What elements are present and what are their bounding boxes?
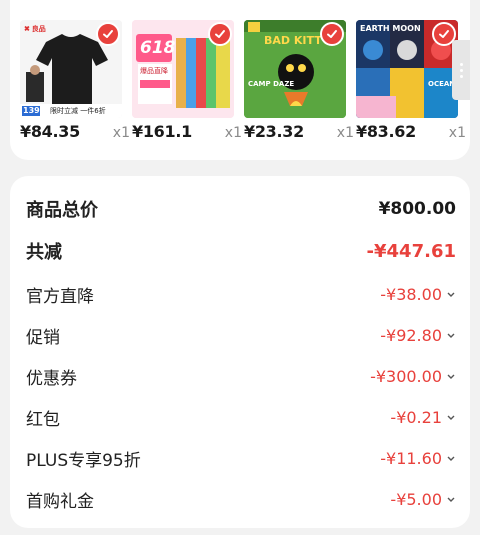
product-item[interactable]: BAD KITTY CAMP DAZE ¥23.32 x1 (244, 20, 354, 141)
chevron-down-icon[interactable] (446, 494, 456, 504)
product-thumbnail[interactable]: BAD KITTY CAMP DAZE (244, 20, 346, 118)
thumb-caption: 限时立减 一件6折 (50, 107, 106, 115)
product-quantity: x1 (336, 125, 354, 141)
chevron-down-icon[interactable] (446, 412, 456, 422)
product-thumbnail[interactable]: EARTH MOON OCEAN (356, 20, 458, 118)
discount-row-plus[interactable]: PLUS专享95折 -¥11.60 (26, 443, 456, 473)
check-icon[interactable] (96, 22, 120, 46)
product-price: ¥84.35 (20, 122, 80, 141)
chevron-down-icon[interactable] (446, 330, 456, 340)
thumb-badge: 139 (23, 106, 40, 115)
discount-row-first-purchase[interactable]: 首购礼金 -¥5.00 (26, 484, 456, 514)
discount-amount-wrap[interactable]: -¥0.21 (390, 408, 456, 427)
discount-label: PLUS专享95折 (26, 450, 141, 471)
discount-label: 官方直降 (26, 286, 94, 307)
total-price-label: 商品总价 (26, 200, 98, 221)
discount-amount: -¥11.60 (380, 448, 442, 468)
discount-amount-wrap[interactable]: -¥5.00 (390, 490, 456, 509)
thumb-title: EARTH MOON (360, 24, 421, 33)
chevron-down-icon[interactable] (446, 371, 456, 381)
price-summary-card: 商品总价 ¥800.00 共减 -¥447.61 官方直降 -¥38.00 促销… (10, 176, 470, 528)
product-item[interactable]: ✖ 良品 139 限时立减 一件6折 ¥84.35 x1 (20, 20, 130, 141)
discount-label: 优惠券 (26, 368, 77, 389)
chevron-down-icon[interactable] (446, 453, 456, 463)
product-quantity: x1 (112, 125, 130, 141)
discount-amount-wrap[interactable]: -¥300.00 (370, 367, 456, 386)
thumb-caption: 爆品直降 (140, 67, 168, 75)
total-reduction-amount: -¥447.61 (366, 240, 456, 262)
discount-row-red-packet[interactable]: 红包 -¥0.21 (26, 402, 456, 432)
discount-amount-wrap[interactable]: -¥11.60 (380, 449, 456, 468)
discount-row-coupon[interactable]: 优惠券 -¥300.00 (26, 361, 456, 391)
discount-amount: -¥38.00 (380, 284, 442, 304)
total-reduction-row: 共减 -¥447.61 (26, 236, 456, 266)
price-row: ¥84.35 x1 (20, 122, 130, 141)
discount-label: 首购礼金 (26, 491, 94, 512)
product-item[interactable]: EARTH MOON OCEAN ¥83.62 x1 (356, 20, 466, 141)
discount-label: 促销 (26, 327, 60, 348)
product-thumbnail[interactable]: 618 爆品直降 (132, 20, 234, 118)
total-price-row: 商品总价 ¥800.00 (26, 194, 456, 224)
discount-row-promotion[interactable]: 促销 -¥92.80 (26, 320, 456, 350)
total-price-amount: ¥800.00 (378, 199, 456, 219)
thumb-title: 618 (140, 38, 176, 58)
discount-amount-wrap[interactable]: -¥92.80 (380, 326, 456, 345)
discount-amount: -¥0.21 (390, 407, 442, 427)
discount-amount: -¥92.80 (380, 325, 442, 345)
price-row: ¥23.32 x1 (244, 122, 354, 141)
product-quantity: x1 (224, 125, 242, 141)
discount-amount: -¥5.00 (390, 489, 442, 509)
discount-amount: -¥300.00 (370, 366, 442, 386)
product-item[interactable]: 618 爆品直降 ¥161.1 x1 (132, 20, 242, 141)
check-icon[interactable] (320, 22, 344, 46)
thumb-caption: CAMP DAZE (248, 80, 295, 88)
product-list-card: ✖ 良品 139 限时立减 一件6折 ¥84.35 x1 618 爆品直降 ¥1… (10, 0, 470, 160)
total-reduction-label: 共减 (26, 242, 62, 263)
product-thumbnail[interactable]: ✖ 良品 139 限时立减 一件6折 (20, 20, 122, 118)
product-price: ¥83.62 (356, 122, 416, 141)
discount-label: 红包 (26, 409, 60, 430)
product-price: ¥161.1 (132, 122, 192, 141)
product-price: ¥23.32 (244, 122, 304, 141)
more-dots-icon[interactable] (452, 40, 470, 100)
product-quantity: x1 (448, 125, 466, 141)
discount-row-official[interactable]: 官方直降 -¥38.00 (26, 279, 456, 309)
svg-text:✖ 良品: ✖ 良品 (24, 24, 46, 33)
chevron-down-icon[interactable] (446, 289, 456, 299)
discount-amount-wrap[interactable]: -¥38.00 (380, 285, 456, 304)
check-icon[interactable] (208, 22, 232, 46)
price-row: ¥83.62 x1 (356, 122, 466, 141)
price-row: ¥161.1 x1 (132, 122, 242, 141)
